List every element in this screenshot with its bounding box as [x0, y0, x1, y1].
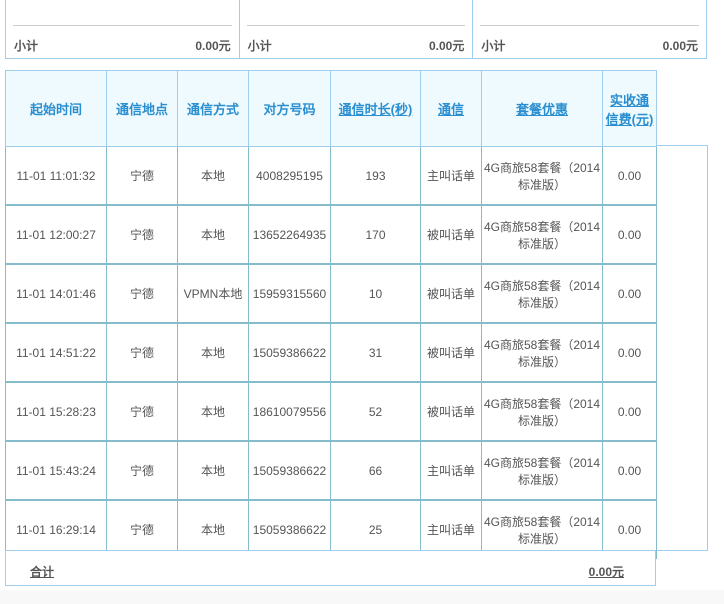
table-row: 11-01 14:01:46 宁德 VPMN本地 15959315560 10 被叫话单 4…	[5, 263, 657, 324]
subtotal-cell: 小计 0.00元	[240, 0, 474, 58]
cell-location: 宁德	[106, 204, 178, 265]
subtotal-label: 小计	[247, 39, 272, 53]
header-other-number: 对方号码	[248, 70, 331, 147]
cell-start-time: 11-01 14:01:46	[5, 263, 107, 324]
header-duration-sort[interactable]: 通信时长(秒)	[330, 70, 421, 147]
call-records-table: 起始时间 通信地点 通信方式 对方号码 通信时长(秒) 通信 套餐优惠 实收通信…	[5, 70, 657, 559]
header-fee-sort[interactable]: 实收通信费(元)	[602, 70, 657, 147]
cell-package: 4G商旅58套餐（2014标准版）	[481, 146, 603, 206]
cell-fee: 0.00	[602, 440, 657, 501]
cell-fee: 0.00	[602, 204, 657, 265]
cell-method: 本地	[177, 204, 249, 265]
cell-method: 本地	[177, 322, 249, 383]
cell-fee: 0.00	[602, 381, 657, 442]
subtotal-cell: 小计 0.00元	[6, 0, 240, 58]
cell-type: 被叫话单	[420, 381, 482, 442]
cell-package: 4G商旅58套餐（2014标准版）	[481, 322, 603, 383]
table-row: 11-01 11:01:32 宁德 本地 4008295195 193 主叫话单 4G商旅5…	[5, 146, 657, 206]
cell-package: 4G商旅58套餐（2014标准版）	[481, 381, 603, 442]
cell-package: 4G商旅58套餐（2014标准版）	[481, 263, 603, 324]
total-label[interactable]: 合计	[30, 563, 54, 580]
cell-start-time: 11-01 14:51:22	[5, 322, 107, 383]
subtotal-label: 小计	[481, 39, 506, 53]
cell-duration: 170	[330, 204, 421, 265]
total-row: 合计 0.00元	[5, 550, 656, 586]
cell-method: 本地	[177, 146, 249, 206]
table-row: 11-01 15:43:24 宁德 本地 15059386622 66 主叫话单 4G商旅5…	[5, 440, 657, 501]
subtotal-value: 0.00元	[662, 39, 699, 53]
cell-fee: 0.00	[602, 263, 657, 324]
cell-other-number: 15059386622	[248, 440, 331, 501]
cell-type: 被叫话单	[420, 263, 482, 324]
cell-start-time: 11-01 15:43:24	[5, 440, 107, 501]
cell-start-time: 11-01 11:01:32	[5, 146, 107, 206]
cell-fee: 0.00	[602, 322, 657, 383]
cell-package: 4G商旅58套餐（2014标准版）	[481, 440, 603, 501]
cell-duration: 31	[330, 322, 421, 383]
subtotal-value: 0.00元	[195, 39, 231, 53]
cell-duration: 66	[330, 440, 421, 501]
header-type-sort[interactable]: 通信	[420, 70, 482, 147]
cell-type: 被叫话单	[420, 322, 482, 383]
cell-other-number: 13652264935	[248, 204, 331, 265]
table-row: 11-01 14:51:22 宁德 本地 15059386622 31 被叫话单 4G商旅5…	[5, 322, 657, 383]
cell-location: 宁德	[106, 263, 178, 324]
subtotal-panel: 小计 0.00元 小计 0.00元 小计 0.00元	[5, 0, 707, 59]
cell-location: 宁德	[106, 381, 178, 442]
cell-other-number: 15959315560	[248, 263, 331, 324]
header-location: 通信地点	[106, 70, 178, 147]
cell-other-number: 15059386622	[248, 322, 331, 383]
table-row: 11-01 12:00:27 宁德 本地 13652264935 170 被叫话单 4G商旅…	[5, 204, 657, 265]
cell-start-time: 11-01 12:00:27	[5, 204, 107, 265]
cell-location: 宁德	[106, 440, 178, 501]
table-row: 11-01 15:28:23 宁德 本地 18610079556 52 被叫话单 4G商旅5…	[5, 381, 657, 442]
subtotal-cell: 小计 0.00元	[473, 0, 706, 58]
cell-duration: 10	[330, 263, 421, 324]
cell-type: 主叫话单	[420, 146, 482, 206]
cell-fee: 0.00	[602, 146, 657, 206]
header-method: 通信方式	[177, 70, 249, 147]
cell-duration: 193	[330, 146, 421, 206]
total-value[interactable]: 0.00元	[589, 563, 624, 580]
cell-type: 被叫话单	[420, 204, 482, 265]
header-package-sort[interactable]: 套餐优惠	[481, 70, 603, 147]
cell-type: 主叫话单	[420, 440, 482, 501]
cell-package: 4G商旅58套餐（2014标准版）	[481, 204, 603, 265]
page: 小计 0.00元 小计 0.00元 小计 0.00元 起始时间 通信地点 通信方式 对…	[0, 0, 724, 590]
cell-duration: 52	[330, 381, 421, 442]
cell-start-time: 11-01 15:28:23	[5, 381, 107, 442]
cell-location: 宁德	[106, 322, 178, 383]
subtotal-value: 0.00元	[428, 39, 465, 53]
cell-location: 宁德	[106, 146, 178, 206]
cell-method: VPMN本地	[177, 263, 249, 324]
cell-method: 本地	[177, 440, 249, 501]
cell-method: 本地	[177, 381, 249, 442]
header-start-time: 起始时间	[5, 70, 107, 147]
subtotal-label: 小计	[14, 39, 39, 53]
cell-other-number: 18610079556	[248, 381, 331, 442]
cell-other-number: 4008295195	[248, 146, 331, 206]
